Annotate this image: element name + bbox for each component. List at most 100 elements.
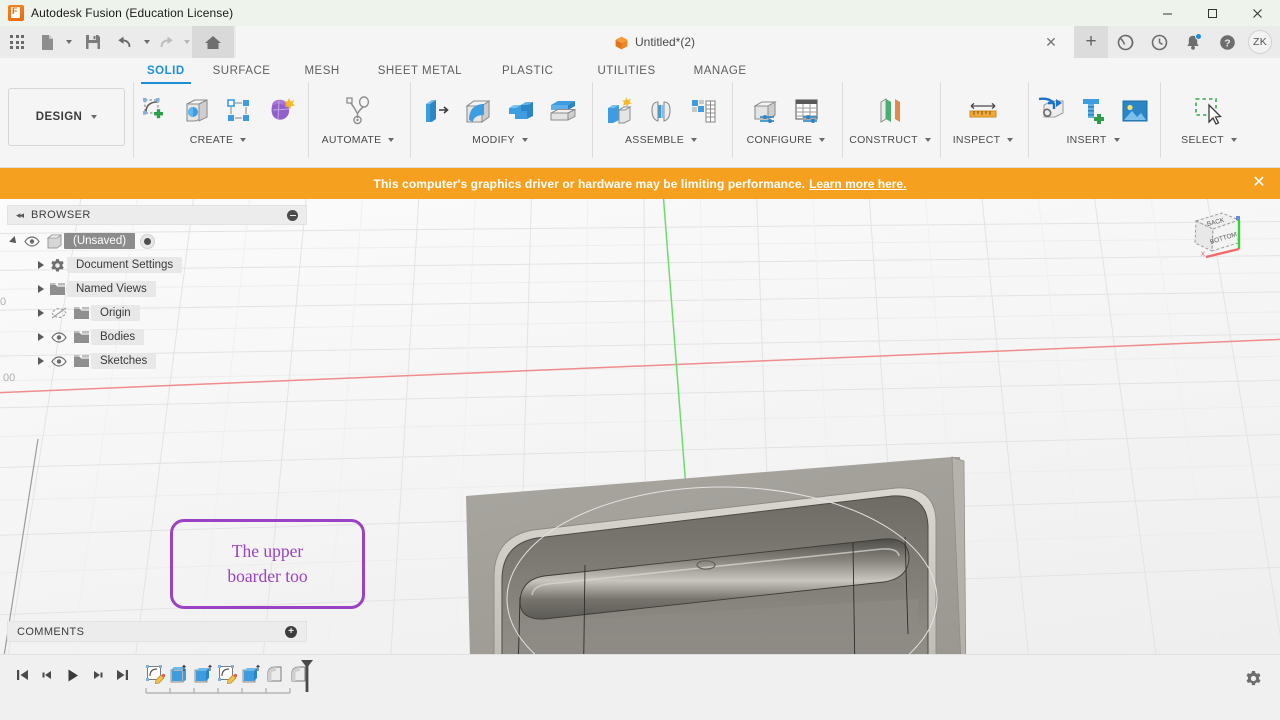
warning-learn-more-link[interactable]: Learn more here. — [809, 177, 906, 191]
panel-configure-label[interactable]: CONFIGURE — [747, 134, 826, 146]
close-warning-icon[interactable]: ✕ — [1251, 175, 1267, 191]
panel-assemble-label[interactable]: ASSEMBLE — [625, 134, 697, 146]
sketch-feature-2[interactable] — [215, 661, 239, 687]
save-icon[interactable] — [78, 26, 108, 58]
step-forward-button[interactable] — [85, 661, 110, 689]
expand-arrow-icon[interactable] — [34, 261, 47, 269]
close-document-tab-icon[interactable]: ✕ — [1042, 33, 1060, 51]
new-tab-button[interactable]: + — [1074, 26, 1108, 58]
tree-item-unsaved[interactable]: (Unsaved) — [7, 229, 307, 253]
redo-icon[interactable] — [152, 26, 178, 58]
configure-table-icon[interactable] — [788, 90, 826, 132]
tree-item-bodies[interactable]: Bodies — [7, 325, 307, 349]
redo-dropdown[interactable] — [178, 26, 192, 58]
collapse-browser-icon[interactable]: ◂◂ — [16, 210, 24, 221]
close-button[interactable] — [1235, 0, 1280, 26]
step-back-button[interactable] — [35, 661, 60, 689]
automate-generative-design-icon[interactable] — [339, 90, 377, 132]
go-to-beginning-button[interactable] — [10, 661, 35, 689]
assemble-new-component-icon[interactable] — [600, 90, 638, 132]
visibility-eye-icon[interactable] — [47, 331, 71, 343]
visibility-eye-icon[interactable] — [20, 235, 44, 247]
assemble-joint-icon[interactable] — [642, 90, 680, 132]
window-title: Autodesk Fusion (Education License) — [31, 6, 234, 20]
user-avatar[interactable]: ZK — [1248, 30, 1272, 54]
undo-icon[interactable] — [112, 26, 138, 58]
new-document-icon[interactable] — [34, 26, 60, 58]
tab-manage[interactable]: MANAGE — [678, 58, 763, 84]
create-extrude-icon[interactable] — [178, 90, 216, 132]
minimize-button[interactable] — [1145, 0, 1190, 26]
maximize-button[interactable] — [1190, 0, 1235, 26]
create-automated-modeling-icon[interactable] — [262, 90, 300, 132]
panel-automate-label[interactable]: AUTOMATE — [322, 134, 395, 146]
job-status-icon[interactable] — [1108, 26, 1142, 58]
panel-inspect-label[interactable]: INSPECT — [953, 134, 1014, 146]
new-document-dropdown[interactable] — [60, 26, 74, 58]
viewport-canvas[interactable]: 0 00 ◂◂ BROWSER (Unsaved) Document Setti… — [0, 199, 1280, 654]
tree-item-origin[interactable]: Origin — [7, 301, 307, 325]
workspace-switcher[interactable]: DESIGN — [8, 88, 125, 146]
create-sketch-icon[interactable] — [136, 90, 174, 132]
play-button[interactable] — [60, 661, 85, 689]
ruler-label-1: 0 — [0, 296, 7, 308]
expand-arrow-icon[interactable] — [34, 333, 47, 341]
minimize-panel-icon[interactable] — [287, 209, 298, 221]
extrude-feature-2[interactable] — [191, 661, 215, 687]
document-tab[interactable]: Untitled*(2) ✕ — [236, 26, 1074, 58]
add-comment-icon[interactable]: + — [285, 625, 297, 638]
insert-mcmaster-part-icon[interactable] — [1074, 90, 1112, 132]
select-window-icon[interactable] — [1190, 90, 1228, 132]
tree-item-sketches[interactable]: Sketches — [7, 349, 307, 373]
notifications-bell-icon[interactable] — [1176, 26, 1210, 58]
tab-plastic[interactable]: PLASTIC — [480, 58, 575, 84]
assemble-motion-study-icon[interactable] — [684, 90, 722, 132]
expand-arrow-icon[interactable] — [34, 285, 47, 293]
tab-utilities[interactable]: UTILITIES — [575, 58, 677, 84]
tab-solid[interactable]: SOLID — [133, 58, 199, 84]
activate-component-radio[interactable] — [140, 233, 156, 249]
tab-sheet-metal[interactable]: SHEET METAL — [360, 58, 480, 84]
recent-activity-icon[interactable] — [1142, 26, 1176, 58]
modify-combine-icon[interactable] — [502, 90, 540, 132]
help-icon[interactable]: ? — [1210, 26, 1244, 58]
panel-create-label[interactable]: CREATE — [190, 134, 247, 146]
panel-construct-label[interactable]: CONSTRUCT — [849, 134, 931, 146]
insert-canvas-image-icon[interactable] — [1116, 90, 1154, 132]
tree-item-named-views[interactable]: Named Views — [7, 277, 307, 301]
panel-insert-label[interactable]: INSERT — [1066, 134, 1120, 146]
construct-offset-plane-icon[interactable] — [871, 90, 909, 132]
timeline-settings-gear-icon[interactable] — [1242, 667, 1264, 689]
expand-arrow-icon[interactable] — [34, 309, 47, 317]
expand-arrow-icon[interactable] — [34, 357, 47, 365]
visibility-eye-off-icon[interactable] — [47, 307, 71, 319]
view-cube[interactable]: BACK BOTTOM x — [1182, 205, 1252, 269]
app-grid-icon[interactable] — [0, 26, 34, 58]
warning-message: This computer's graphics driver or hardw… — [373, 176, 806, 191]
panel-select-label[interactable]: SELECT — [1181, 134, 1237, 146]
comments-panel[interactable]: COMMENTS + — [7, 621, 307, 642]
insert-derive-icon[interactable] — [1032, 90, 1070, 132]
visibility-eye-icon[interactable] — [47, 355, 71, 367]
notification-badge — [1195, 33, 1202, 40]
sketch-feature[interactable] — [143, 661, 167, 687]
create-pattern-icon[interactable] — [220, 90, 258, 132]
inspect-measure-icon[interactable] — [964, 90, 1002, 132]
tree-item-document-settings[interactable]: Document Settings — [7, 253, 307, 277]
tab-surface[interactable]: SURFACE — [199, 58, 285, 84]
fillet-feature-1[interactable] — [263, 661, 287, 687]
modify-press-pull-icon[interactable] — [418, 90, 456, 132]
expand-arrow-icon[interactable] — [7, 236, 20, 246]
undo-dropdown[interactable] — [138, 26, 152, 58]
panel-modify-label[interactable]: MODIFY — [472, 134, 528, 146]
panel-assemble: ASSEMBLE — [596, 86, 726, 158]
tab-mesh[interactable]: MESH — [284, 58, 359, 84]
home-icon[interactable] — [192, 26, 234, 58]
configure-create-configuration-icon[interactable] — [746, 90, 784, 132]
extrude-feature-1[interactable] — [167, 661, 191, 687]
extrude-feature-3[interactable] — [239, 661, 263, 687]
timeline-playhead[interactable] — [300, 659, 314, 693]
modify-shell-icon[interactable] — [544, 90, 582, 132]
go-to-end-button[interactable] — [110, 661, 135, 689]
modify-fillet-icon[interactable] — [460, 90, 498, 132]
